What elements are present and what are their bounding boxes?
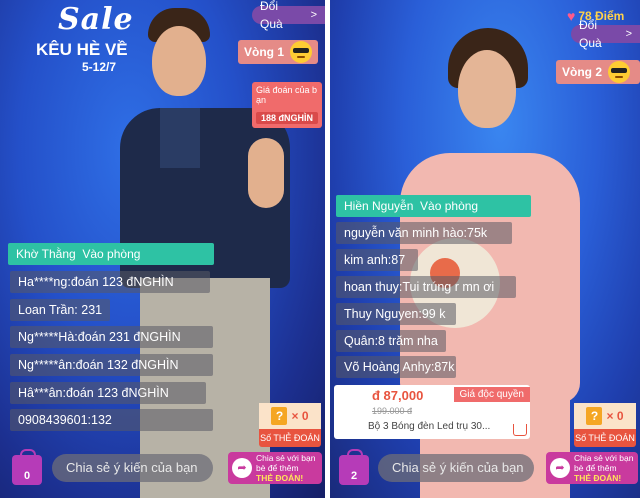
exclusive-price-tag: Giá độc quyền	[453, 387, 530, 402]
share-line2: bè để thêm	[256, 463, 299, 473]
livestream-screen-left: Sale KÊU HÈ VỀ 5-12/7 Đổi Quà > Vòng 1 G…	[0, 0, 325, 498]
join-action: Vào phòng	[420, 199, 479, 213]
chat-message: Loan Trần: 231	[10, 299, 110, 321]
join-action: Vào phòng	[82, 247, 141, 261]
redeem-gift-label: Đổi Quà	[579, 18, 602, 50]
join-notification: Hiền Nguyễn Vào phòng	[336, 195, 531, 217]
join-notification: Khờ Thằng Vào phòng	[8, 243, 214, 265]
guess-value: 188 đNGHÌN	[256, 112, 318, 124]
join-user: Khờ Thằng	[16, 247, 76, 261]
card-count: × 0	[291, 409, 309, 423]
chat-message: Hâ***ân:đoán 123 đNGHÌN	[10, 382, 206, 404]
heart-icon: ♥	[567, 8, 576, 24]
redeem-gift-button[interactable]: Đổi Quà >	[571, 18, 640, 50]
chevron-right-icon: >	[310, 9, 317, 21]
share-arrow-icon: ➦	[232, 458, 252, 478]
chat-message: nguyễn văn minh hào:75k	[336, 222, 512, 244]
card-counter-label: Số THẺ ĐOÁN	[575, 433, 635, 443]
join-user: Hiền Nguyễn	[344, 199, 414, 213]
round-label: Vòng 2	[562, 65, 603, 79]
round-label: Vòng 1	[244, 45, 285, 59]
cart-icon[interactable]	[513, 424, 527, 436]
chat-message: Ng*****Hà:đoán 231 đNGHÌN	[10, 326, 213, 348]
redeem-gift-label: Đổi Quà	[260, 0, 283, 31]
shopping-bag-icon[interactable]: 0	[12, 449, 42, 485]
comment-input[interactable]: Chia sẻ ý kiến của bạn	[52, 454, 213, 482]
product-name: Bộ 3 Bóng đèn Led trụ 30...	[368, 421, 491, 432]
share-line3: THẺ ĐOÁN!	[574, 473, 622, 483]
product-price: đ 87,000	[372, 388, 424, 403]
guess-label: Giá đoán của b ạn	[256, 85, 318, 105]
share-line1: Chia sẻ với bạn	[574, 453, 634, 463]
chat-message: kim anh:87	[336, 249, 418, 271]
chat-message: Thuy Nguyen:99 k	[336, 303, 456, 325]
round-badge: Vòng 1	[238, 40, 319, 64]
sunglasses-emoji-icon	[608, 61, 631, 83]
share-button[interactable]: ➦ Chia sẻ với bạn bè để thêm THẺ ĐOÁN!	[546, 452, 638, 484]
redeem-gift-button[interactable]: Đổi Quà >	[252, 0, 325, 31]
chat-message: Ng*****ân:đoán 132 đNGHÌN	[10, 354, 213, 376]
guess-card-counter[interactable]: ? × 0 Số THẺ ĐOÁN	[259, 403, 321, 447]
comment-input[interactable]: Chia sẻ ý kiến của bạn	[378, 454, 534, 482]
chat-message: Võ Hoàng Anhy:87k	[336, 356, 456, 378]
round-badge: Vòng 2	[556, 60, 640, 84]
card-count: × 0	[606, 409, 624, 423]
question-card-icon: ?	[586, 407, 603, 425]
cart-count: 0	[23, 470, 31, 482]
guess-card-counter[interactable]: ? × 0 Số THẺ ĐOÁN	[574, 403, 636, 447]
share-arrow-icon: ➦	[550, 458, 570, 478]
chat-message: Quân:8 trăm nha	[336, 330, 446, 352]
chat-message: 0908439601:132	[10, 409, 213, 431]
sunglasses-emoji-icon	[290, 41, 313, 63]
question-card-icon: ?	[271, 407, 288, 425]
product-card[interactable]: đ 87,000 Giá độc quyền 199.000 đ Bộ 3 Bó…	[334, 385, 530, 439]
share-line3: THẺ ĐOÁN!	[256, 473, 304, 483]
card-counter-label: Số THẺ ĐOÁN	[260, 433, 320, 443]
chat-message: hoan thuy:Tui trúng r mn ơi	[336, 276, 516, 298]
shopping-bag-icon[interactable]: 2	[339, 449, 369, 485]
product-old-price: 199.000 đ	[372, 406, 413, 416]
your-guess-card: Giá đoán của b ạn 188 đNGHÌN	[252, 82, 322, 128]
share-button[interactable]: ➦ Chia sẻ với bạn bè để thêm THẺ ĐOÁN!	[228, 452, 322, 484]
share-line1: Chia sẻ với bạn	[256, 453, 316, 463]
chat-message: Ha****ng:đoán 123 đNGHÌN	[10, 271, 210, 293]
cart-count: 2	[350, 470, 358, 482]
share-line2: bè để thêm	[574, 463, 617, 473]
chevron-right-icon: >	[625, 28, 632, 40]
